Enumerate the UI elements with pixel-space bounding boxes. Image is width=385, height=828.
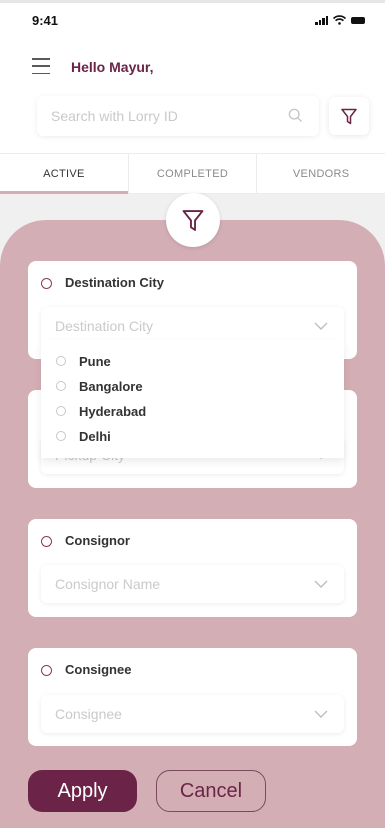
consignor-title: Consignor [65,533,130,548]
consignor-card: Consignor Consignor Name [28,519,357,617]
option-label: Pune [79,354,111,369]
consignee-title: Consignee [65,662,132,677]
consignee-placeholder: Consignee [55,706,122,722]
dropdown-option[interactable]: Delhi [41,425,344,449]
consignor-select[interactable]: Consignor Name [41,565,344,603]
option-radio[interactable] [56,406,66,416]
destination-city-dropdown: Pune Bangalore Hyderabad Delhi [41,340,344,458]
signal-icon [315,15,328,25]
cancel-button[interactable]: Cancel [156,770,266,812]
search-bar [37,96,319,136]
filter-icon [182,209,204,231]
search-icon[interactable] [288,108,303,123]
apply-button[interactable]: Apply [28,770,137,812]
status-icons [315,15,365,25]
status-bar: 9:41 [0,10,385,30]
chevron-down-icon [314,580,328,588]
battery-icon [351,16,365,24]
chevron-down-icon [314,710,328,718]
destination-city-title: Destination City [65,275,164,290]
chevron-down-icon [314,322,328,330]
destination-city-radio[interactable] [41,278,52,289]
tab-active[interactable]: ACTIVE [0,154,129,194]
filter-icon [341,108,357,124]
option-label: Delhi [79,429,111,444]
filter-sheet-handle[interactable] [166,193,220,247]
menu-icon[interactable] [32,58,50,74]
option-radio[interactable] [56,356,66,366]
dropdown-option[interactable]: Pune [41,350,344,374]
tab-bar: ACTIVE COMPLETED VENDORS [0,153,385,194]
consignee-radio[interactable] [41,665,52,676]
option-radio[interactable] [56,381,66,391]
option-radio[interactable] [56,431,66,441]
consignor-radio[interactable] [41,536,52,547]
consignee-card: Consignee Consignee [28,648,357,746]
destination-city-placeholder: Destination City [55,318,154,334]
search-input[interactable] [51,96,271,136]
greeting-text: Hello Mayur, [71,59,154,75]
tab-completed[interactable]: COMPLETED [129,154,258,193]
top-divider [0,0,385,3]
tab-vendors[interactable]: VENDORS [257,154,385,193]
option-label: Bangalore [79,379,143,394]
consignor-placeholder: Consignor Name [55,576,161,592]
status-time: 9:41 [32,13,59,28]
dropdown-option[interactable]: Hyderabad [41,400,344,424]
option-label: Hyderabad [79,404,147,419]
dropdown-option[interactable]: Bangalore [41,375,344,399]
consignee-select[interactable]: Consignee [41,695,344,733]
filter-button[interactable] [329,97,369,135]
wifi-icon [333,15,346,25]
